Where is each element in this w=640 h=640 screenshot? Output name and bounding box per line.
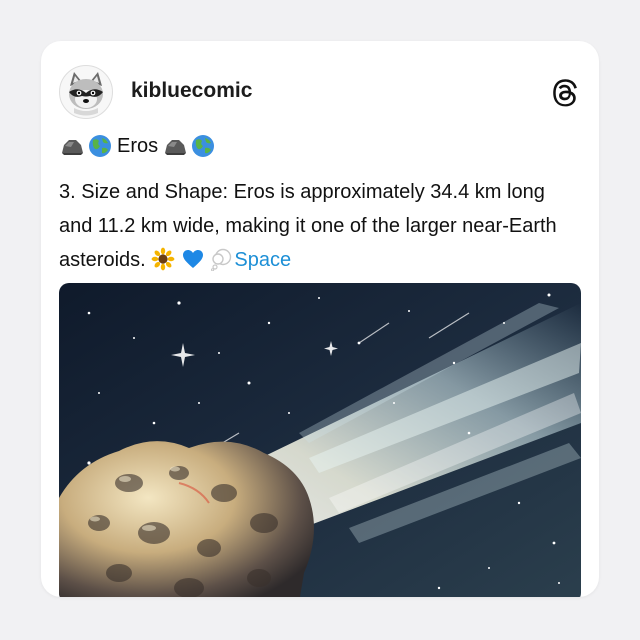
globe-icon	[89, 135, 111, 157]
thought-bubble-icon	[211, 248, 232, 271]
threads-logo-icon[interactable]	[549, 77, 581, 109]
blue-heart-icon	[182, 250, 203, 268]
post-title-line: Eros	[59, 131, 216, 161]
post-card: kibluecomic Eros 3. Size and Shape: Eros…	[41, 41, 599, 597]
rock-icon	[165, 140, 187, 155]
sunflower-icon	[151, 247, 175, 271]
post-caption: 3. Size and Shape: Eros is approximately…	[59, 175, 583, 277]
post-image[interactable]	[59, 283, 581, 597]
asteroid-illustration	[59, 283, 581, 597]
post-title: Eros	[117, 134, 159, 157]
raccoon-avatar-icon	[69, 72, 103, 116]
caption-text: 3. Size and Shape: Eros is approximately…	[59, 181, 557, 271]
rock-icon	[62, 140, 83, 155]
username[interactable]: kibluecomic	[131, 79, 252, 103]
avatar[interactable]	[59, 65, 113, 119]
post-header: kibluecomic	[59, 65, 581, 119]
space-tag-link[interactable]: Space	[234, 249, 291, 271]
globe-icon	[192, 135, 215, 157]
